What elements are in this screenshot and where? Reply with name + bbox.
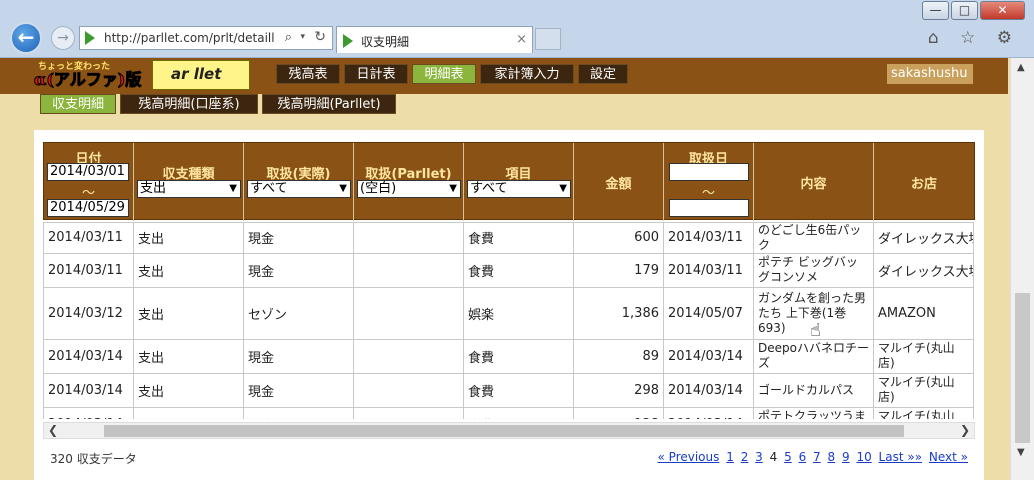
header-content: 内容 <box>754 143 874 221</box>
minimize-button[interactable]: — <box>922 1 949 20</box>
dropdown-icon[interactable]: ▾ <box>300 32 305 42</box>
page-link[interactable]: 3 <box>755 450 763 464</box>
table-row[interactable]: 2014/03/11 支出 現金 食費 600 2014/03/11 のどごし生6缶パックダ… <box>43 221 975 254</box>
forward-icon[interactable]: → <box>51 26 75 50</box>
scroll-thumb[interactable] <box>104 425 904 437</box>
page-link[interactable]: 8 <box>828 450 836 464</box>
handle-date-to-input[interactable] <box>669 199 749 217</box>
header-handle-date: 取扱日 ～ <box>664 143 754 221</box>
nav-balance[interactable]: 残高表 <box>276 64 340 84</box>
next-page-link[interactable]: Next » <box>929 450 968 464</box>
header-handle-parllet: 取扱(Parllet) (空白) ▼ <box>354 143 464 221</box>
address-bar[interactable]: http://parllet.com/prlt/detaill ⌕ ▾ ↻ <box>79 26 333 50</box>
page-icon <box>85 31 95 45</box>
user-name[interactable]: sakashushu <box>887 64 973 84</box>
scroll-right-icon[interactable]: ❯ <box>960 423 970 437</box>
page-link[interactable]: 2 <box>741 450 749 464</box>
chevron-down-icon: ▼ <box>229 183 237 194</box>
subtab-parllet-balance[interactable]: 残高明細(Parllet) <box>262 94 396 114</box>
table-row[interactable]: 2014/03/14支出現金食費1282014/03/14ポテトクラッツうましお… <box>43 406 975 419</box>
details-panel: 2014/03/11 支出 現金 食費 600 2014/03/11 のどごし生6缶パックダ… <box>34 130 984 480</box>
site-header: ちょっと変わった α(アルファ)版 ar llet 残高表 日計表 明細表 家計簿… <box>0 58 1008 94</box>
scroll-up-icon[interactable]: ▲ <box>1017 62 1025 73</box>
current-page: 4 <box>769 450 778 464</box>
item-select[interactable]: すべて ▼ <box>467 180 571 198</box>
table-row[interactable]: 2014/03/11 支出 現金 食費 179 2014/03/11 ポテチ ビッグバッグコ… <box>43 252 975 288</box>
subtab-account-balance[interactable]: 残高明細(口座系) <box>120 94 258 114</box>
refresh-icon[interactable]: ↻ <box>314 29 326 45</box>
search-icon[interactable]: ⌕ <box>285 30 292 45</box>
record-count: 320 収支データ <box>50 452 137 466</box>
logo[interactable]: ちょっと変わった α(アルファ)版 <box>33 61 148 91</box>
chevron-down-icon: ▼ <box>339 183 347 194</box>
vertical-scrollbar[interactable]: ▲ ▼ <box>1010 58 1034 480</box>
tab-title: 収支明細 <box>361 35 410 49</box>
scroll-left-icon[interactable]: ❮ <box>48 423 58 437</box>
browser-tab[interactable]: 収支明細 × <box>336 26 533 53</box>
scroll-down-icon[interactable]: ▼ <box>1017 447 1025 458</box>
page-content: ちょっと変わった α(アルファ)版 ar llet 残高表 日計表 明細表 家計簿… <box>0 58 1010 480</box>
hand-cursor-icon: ☝ <box>810 320 821 341</box>
sub-navigation: 収支明細 残高明細(口座系) 残高明細(Parllet) <box>0 94 1008 120</box>
table-row[interactable]: 2014/03/14 支出 現金 食費 298 2014/03/14 ゴールドカルパス マルイ… <box>43 372 975 408</box>
chevron-down-icon: ▼ <box>559 183 567 194</box>
close-window-button[interactable]: ✕ <box>980 1 1025 20</box>
page-link[interactable]: 9 <box>842 450 850 464</box>
url-text: http://parllet.com/prlt/detaill <box>104 31 275 45</box>
table-header: 日付 2014/03/01 ～ 2014/05/29 収支種類 支出 ▼ 取扱(実… <box>43 142 975 221</box>
page-icon <box>343 34 353 48</box>
header-type: 収支種類 支出 ▼ <box>134 143 244 221</box>
nav-details[interactable]: 明細表 <box>412 64 476 84</box>
header-date: 日付 2014/03/01 ～ 2014/05/29 <box>44 143 134 221</box>
header-item: 項目 すべて ▼ <box>464 143 574 221</box>
table-row[interactable]: 2014/03/12 支出 セゾン 娯楽 1,386 2014/05/07 ガンダムを創った… <box>43 286 975 340</box>
header-handle-real: 取扱(実際) すべて ▼ <box>244 143 354 221</box>
pagination: « Previous 1 2 3 4 5 6 7 8 9 10 Last »» … <box>655 450 968 464</box>
page-link[interactable]: 1 <box>726 450 734 464</box>
table-row[interactable]: 2014/03/14 支出 現金 食費 89 2014/03/14 Deepoハバネロチーズ… <box>43 338 975 374</box>
maximize-button[interactable]: □ <box>951 1 978 20</box>
browser-chrome: — □ ✕ ← → http://parllet.com/prlt/detail… <box>0 0 1034 58</box>
horizontal-scrollbar[interactable]: ❮ ❯ <box>43 422 975 439</box>
date-to-input[interactable]: 2014/05/29 <box>47 199 129 217</box>
page-link[interactable]: 7 <box>813 450 821 464</box>
nav-daily[interactable]: 日計表 <box>344 64 408 84</box>
subtab-income-details[interactable]: 収支明細 <box>40 94 116 114</box>
parllet-logo[interactable]: ar llet <box>152 60 250 90</box>
scroll-thumb[interactable] <box>1015 293 1030 443</box>
close-tab-icon[interactable]: × <box>516 32 527 47</box>
toolbar-icons[interactable]: ⌂ ☆ ⚙ <box>928 28 1020 48</box>
page-link[interactable]: 6 <box>799 450 807 464</box>
handle-real-select[interactable]: すべて ▼ <box>247 180 351 198</box>
header-amount: 金額 <box>574 143 664 221</box>
chevron-down-icon: ▼ <box>449 183 457 194</box>
prev-page-link[interactable]: « Previous <box>658 450 720 464</box>
type-select[interactable]: 支出 ▼ <box>137 180 241 198</box>
new-tab-button[interactable] <box>535 28 561 50</box>
nav-input[interactable]: 家計簿入力 <box>480 64 574 84</box>
page-link[interactable]: 5 <box>784 450 792 464</box>
page-link[interactable]: 10 <box>856 450 871 464</box>
date-from-input[interactable]: 2014/03/01 <box>47 163 129 181</box>
handle-parllet-select[interactable]: (空白) ▼ <box>357 180 461 198</box>
last-page-link[interactable]: Last »» <box>879 450 923 464</box>
handle-date-from-input[interactable] <box>669 163 749 181</box>
header-shop: お店 <box>910 177 937 192</box>
nav-settings[interactable]: 設定 <box>578 64 628 84</box>
